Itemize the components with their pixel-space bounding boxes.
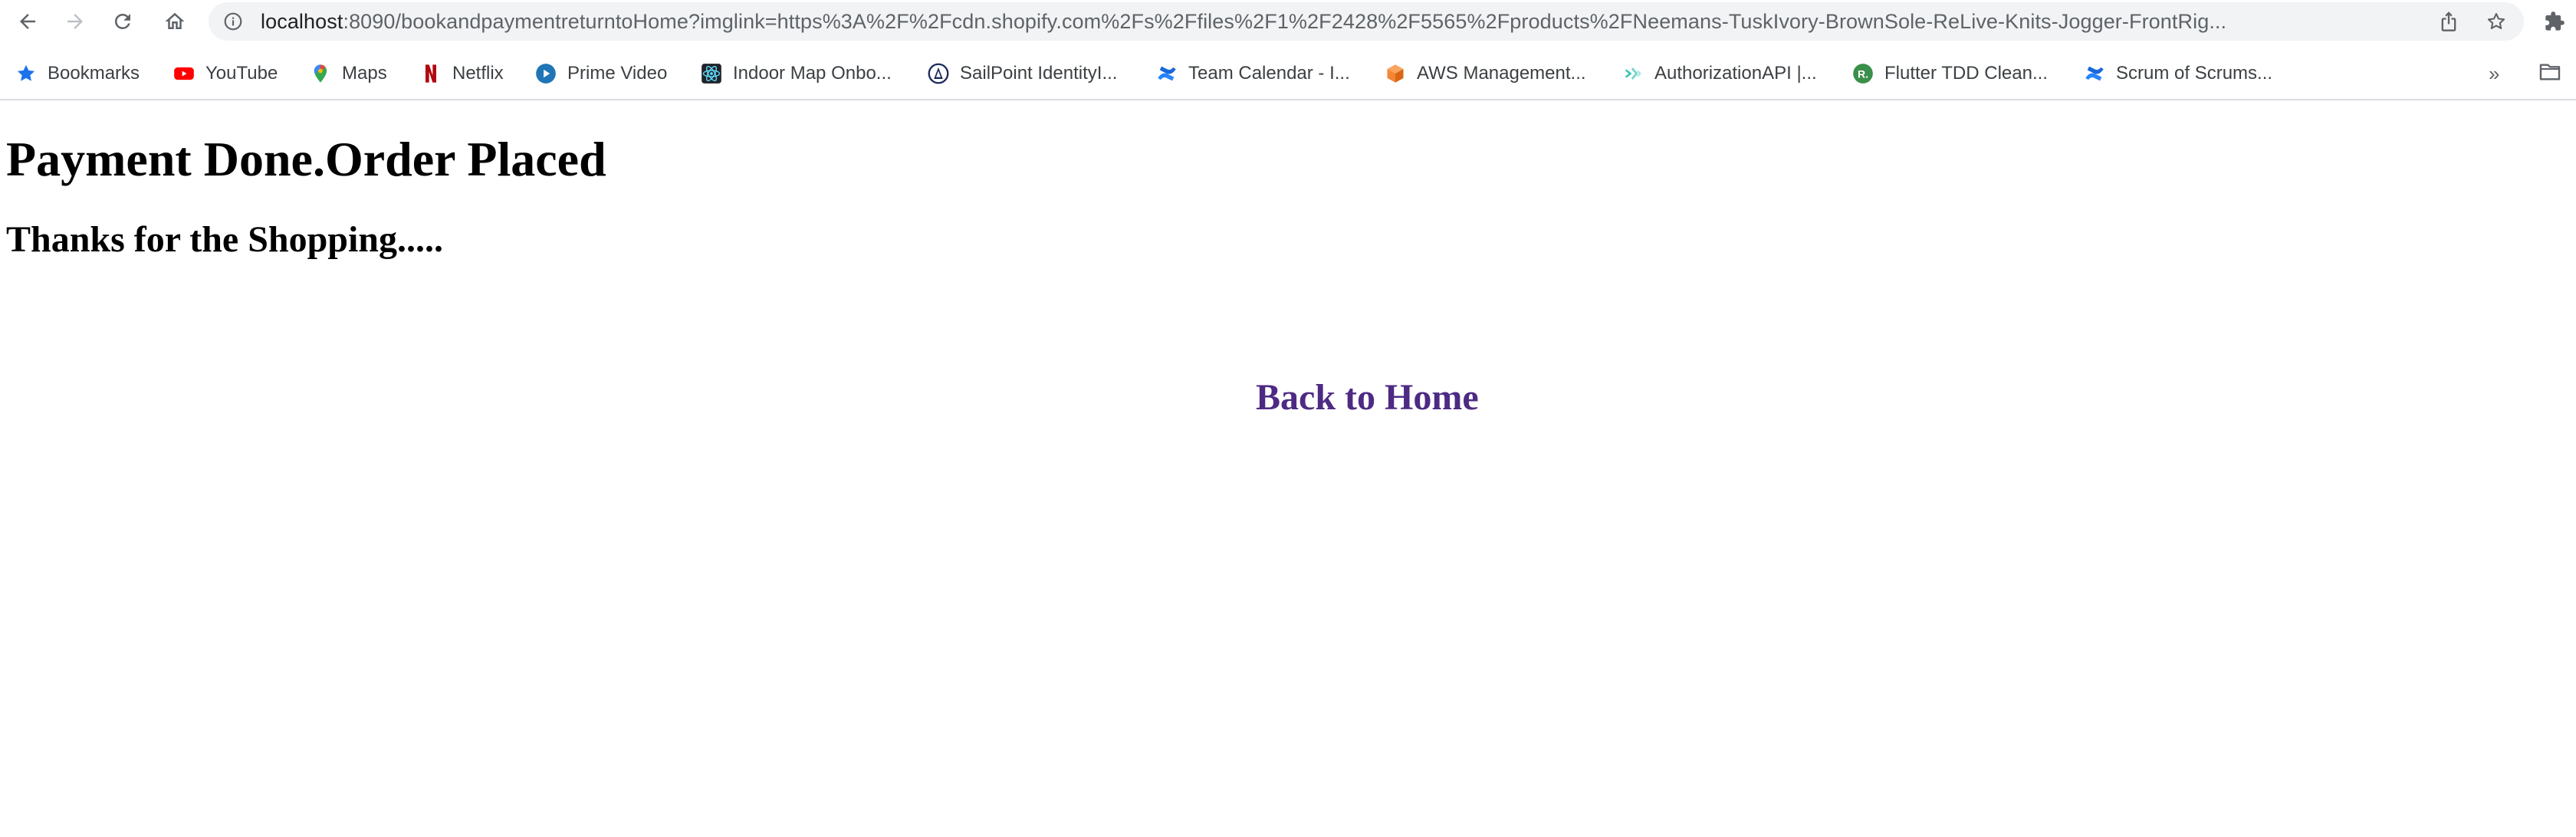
bookmark-item-bookmarks[interactable]: Bookmarks <box>15 58 140 89</box>
bookmark-label: Netflix <box>452 63 504 84</box>
bookmark-label: Maps <box>342 63 387 84</box>
bookmark-label: Team Calendar - I... <box>1188 63 1350 84</box>
back-to-home-link[interactable]: Back to Home <box>1256 376 1479 419</box>
forward-button[interactable] <box>57 3 94 40</box>
bookmark-label: Indoor Map Onbo... <box>733 63 892 84</box>
other-bookmarks-folder-icon[interactable] <box>2538 60 2562 84</box>
bookmark-label: Prime Video <box>567 63 668 84</box>
bookmark-item-scrum-of-scrums[interactable]: Scrum of Scrums... <box>2084 58 2272 89</box>
aws-cube-icon <box>1385 63 1406 84</box>
confluence-icon <box>1156 63 1178 84</box>
page-title: Payment Done.Order Placed <box>6 132 606 186</box>
reload-icon <box>114 13 130 29</box>
api-icon <box>1622 63 1644 84</box>
back-button[interactable] <box>9 3 46 40</box>
bookmark-label: SailPoint IdentityI... <box>960 63 1118 84</box>
bookmark-item-maps[interactable]: Maps <box>310 58 387 89</box>
bookmark-label: Scrum of Scrums... <box>2116 63 2273 84</box>
url-text[interactable]: localhost:8090/bookandpaymentreturntoHom… <box>261 2 2484 41</box>
bookmark-item-indoor-map[interactable]: Indoor Map Onbo... <box>701 58 892 89</box>
url-host: localhost <box>261 10 343 33</box>
bookmarks-overflow-button[interactable]: » <box>2489 58 2499 89</box>
reload-button[interactable] <box>104 3 141 40</box>
bookmark-item-team-calendar[interactable]: Team Calendar - I... <box>1156 58 1350 89</box>
star-outline-icon <box>2487 13 2505 30</box>
youtube-icon <box>173 63 195 84</box>
bookmark-label: Flutter TDD Clean... <box>1884 63 2048 84</box>
page-content: Payment Done.Order Placed Thanks for the… <box>0 100 2576 837</box>
confluence-icon <box>2084 63 2105 84</box>
address-bar[interactable]: localhost:8090/bookandpaymentreturntoHom… <box>209 2 2524 41</box>
site-info-icon[interactable] <box>222 11 244 32</box>
react-icon <box>701 63 722 84</box>
bookmark-label: YouTube <box>205 63 278 84</box>
netflix-icon <box>420 63 442 84</box>
share-button[interactable] <box>2432 5 2466 38</box>
svg-text:R.: R. <box>1858 67 1868 80</box>
r-circle-icon: R. <box>1852 63 1874 84</box>
puzzle-icon <box>2545 11 2564 31</box>
bookmark-item-flutter-tdd[interactable]: R. Flutter TDD Clean... <box>1852 58 2048 89</box>
star-icon <box>15 63 37 84</box>
bookmark-item-youtube[interactable]: YouTube <box>173 58 278 89</box>
prime-video-icon <box>535 63 557 84</box>
page-subtitle: Thanks for the Shopping..... <box>6 219 443 260</box>
maps-pin-icon <box>310 63 331 84</box>
bookmark-label: Bookmarks <box>48 63 140 84</box>
forward-arrow-icon <box>67 14 83 29</box>
bookmarks-bar: Bookmarks YouTube Maps Netflix Prime Vid… <box>0 52 2576 95</box>
bookmark-item-prime-video[interactable]: Prime Video <box>535 58 667 89</box>
bookmark-star-button[interactable] <box>2479 5 2513 38</box>
back-arrow-icon <box>20 14 35 29</box>
bookmark-label: AuthorizationAPI |... <box>1654 63 1817 84</box>
home-icon <box>165 12 185 29</box>
bookmark-item-sailpoint[interactable]: SailPoint IdentityI... <box>928 58 1117 89</box>
home-button[interactable] <box>156 3 193 40</box>
bookmark-item-aws[interactable]: AWS Management... <box>1385 58 1586 89</box>
extensions-button[interactable] <box>2538 5 2571 38</box>
sailpoint-icon <box>928 63 949 84</box>
bookmark-item-authorization-api[interactable]: AuthorizationAPI |... <box>1622 58 1817 89</box>
share-icon <box>2441 11 2456 31</box>
bookmark-item-netflix[interactable]: Netflix <box>420 58 504 89</box>
bookmark-label: AWS Management... <box>1417 63 1586 84</box>
browser-toolbar: localhost:8090/bookandpaymentreturntoHom… <box>0 0 2576 43</box>
url-path: :8090/bookandpaymentreturntoHome?imglink… <box>343 10 2227 33</box>
